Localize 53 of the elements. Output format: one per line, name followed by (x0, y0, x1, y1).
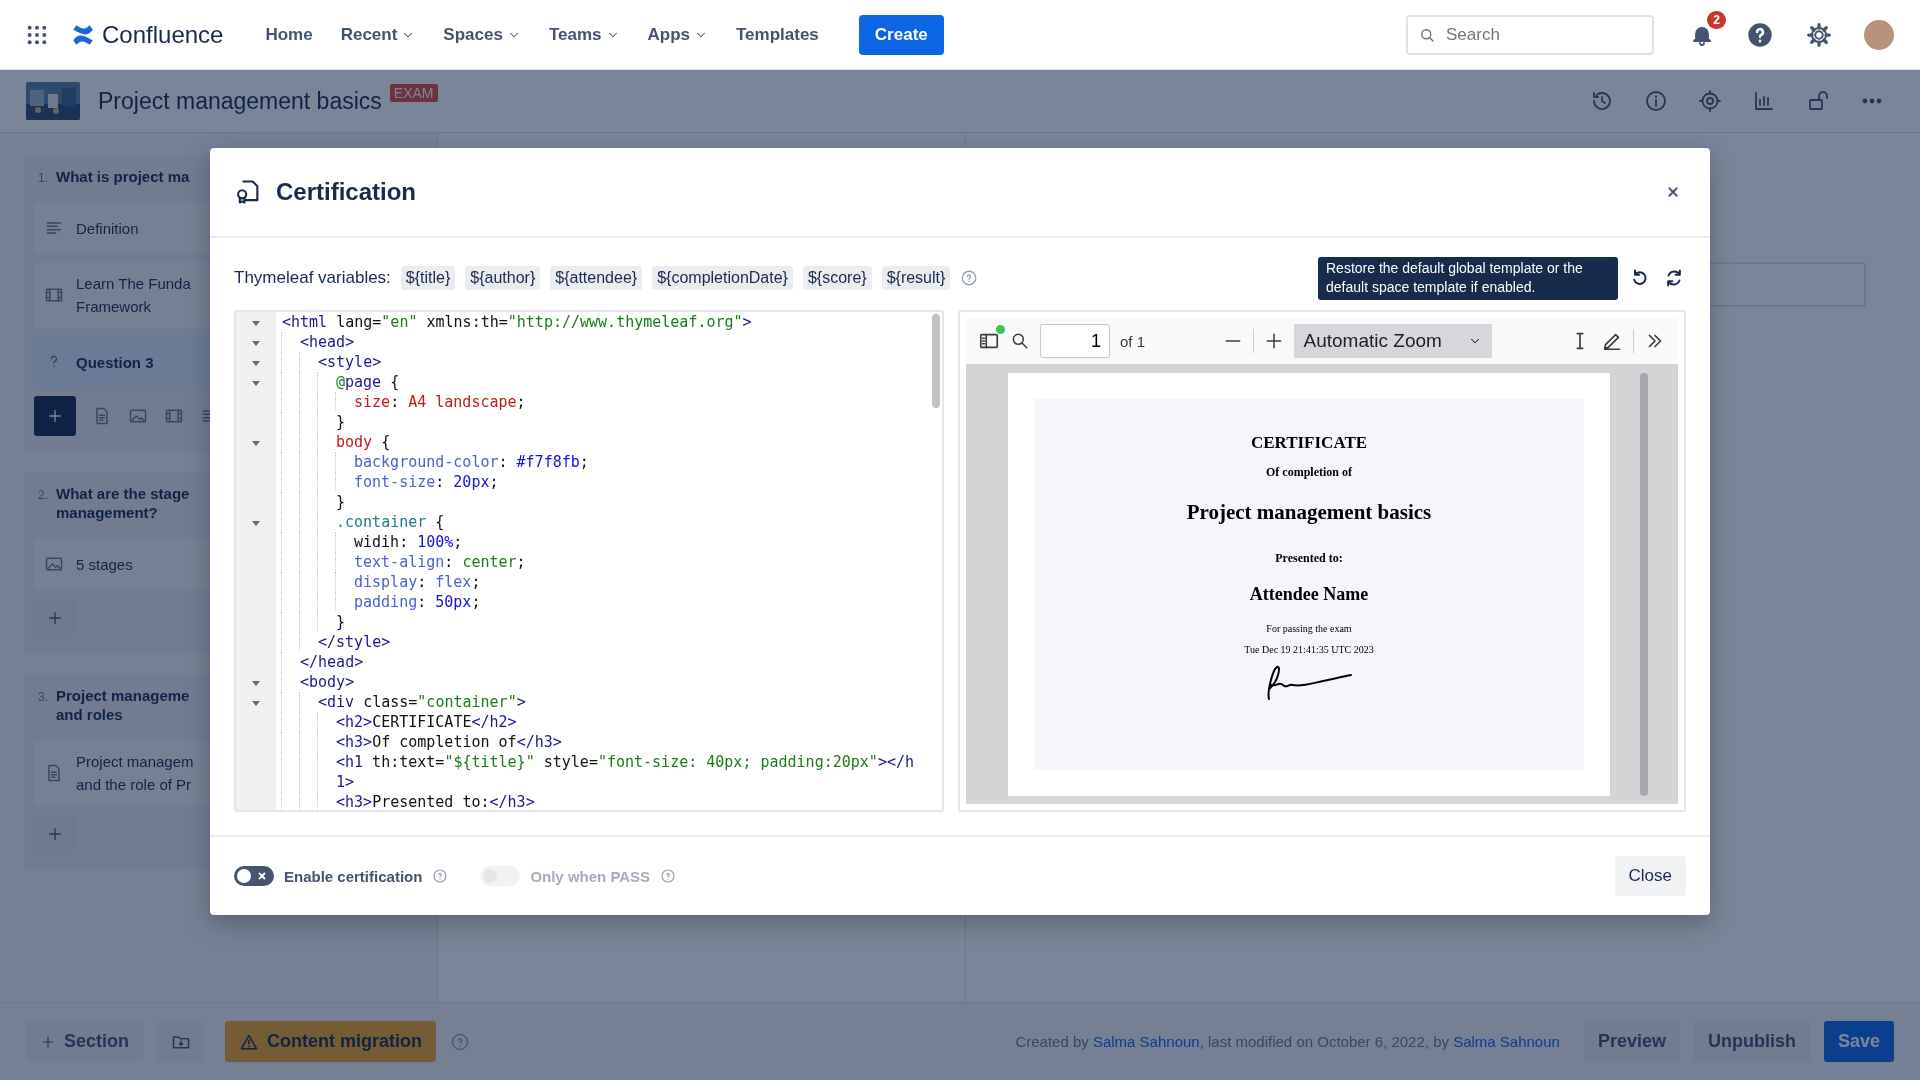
code-line: } (336, 492, 347, 512)
code-line: } (336, 612, 347, 632)
certificate-reason: For passing the exam (1266, 623, 1352, 634)
toggle-label: Only when PASS (530, 867, 651, 885)
code-line: body { (336, 432, 392, 452)
code-line: <head> (300, 332, 356, 352)
section-number: 1. (38, 171, 48, 185)
code-line: text-align: center; (354, 552, 527, 572)
section-title: What is project ma (56, 167, 190, 186)
variable-chip: ${completionDate} (652, 266, 793, 290)
certificate-label: Presented to: (1275, 551, 1343, 566)
code-line: background-color: #f7f8fb; (354, 452, 590, 472)
section-title: Project manageme and roles (56, 686, 190, 724)
code-line: <h1 th:text="${title}" style="font-size: 40px; padding:20px"></h1> (336, 752, 915, 792)
code-line: font-size: 20px; (354, 472, 500, 492)
page-count: of 1 (1120, 332, 1146, 350)
certificate-subheading: Of completion of (1266, 465, 1352, 480)
code-line: @page { (336, 372, 401, 392)
code-line: </head> (300, 652, 365, 672)
code-line: <div class="container"> (318, 692, 527, 712)
dialog-title: Certification (276, 178, 416, 206)
variable-chip: ${score} (802, 266, 872, 290)
variables-label: Thymeleaf variables: (234, 268, 391, 288)
certificate-heading: CERTIFICATE (1250, 433, 1368, 453)
code-line: .container { (336, 512, 446, 532)
variable-chip: ${title} (400, 266, 456, 290)
exam-tag: EXAM (389, 84, 438, 102)
section-number: 2. (38, 488, 48, 502)
code-line: <h3>Of completion of</h3> (336, 732, 563, 752)
code-line: <h3>Presented to:</h3> (336, 792, 536, 810)
variable-chip: ${author} (465, 266, 541, 290)
certificate-date: Tue Dec 19 21:41:35 UTC 2023 (1244, 644, 1374, 655)
toggle-label: Enable certification (284, 867, 423, 885)
certificate-title: Project management basics (1186, 500, 1432, 525)
code-line: } (336, 412, 347, 432)
code-line: <h2>CERTIFICATE</h2> (336, 712, 518, 732)
code-line: <body> (300, 672, 356, 692)
notification-badge: 2 (1707, 10, 1726, 29)
attendee-name: Attendee Name (1249, 584, 1369, 605)
code-line: size: A4 landscape; (354, 392, 527, 412)
code-line: display: flex; (354, 572, 482, 592)
code-line: <html lang="en" xmlns:th="http://www.thymeleaf.org"> (282, 312, 753, 332)
code-line: </style> (318, 632, 392, 652)
page-title: Project management basics (98, 87, 382, 115)
section-number: 3. (38, 690, 48, 704)
section-title: What are the stage management? (56, 484, 190, 522)
code-line: padding: 50px; (354, 592, 482, 612)
variable-chip: ${result} (881, 266, 951, 290)
page-meta-text: Created by Salma Sahnoun, last modified on October 6, 2022, by Salma Sahnoun (1015, 1033, 1560, 1050)
tooltip: Restore the default global template or the default space template if enabled. (1318, 256, 1618, 300)
code-line: <style> (318, 352, 383, 372)
code-line: widih: 100%; (354, 532, 464, 552)
variable-chip: ${attendee} (550, 266, 643, 290)
